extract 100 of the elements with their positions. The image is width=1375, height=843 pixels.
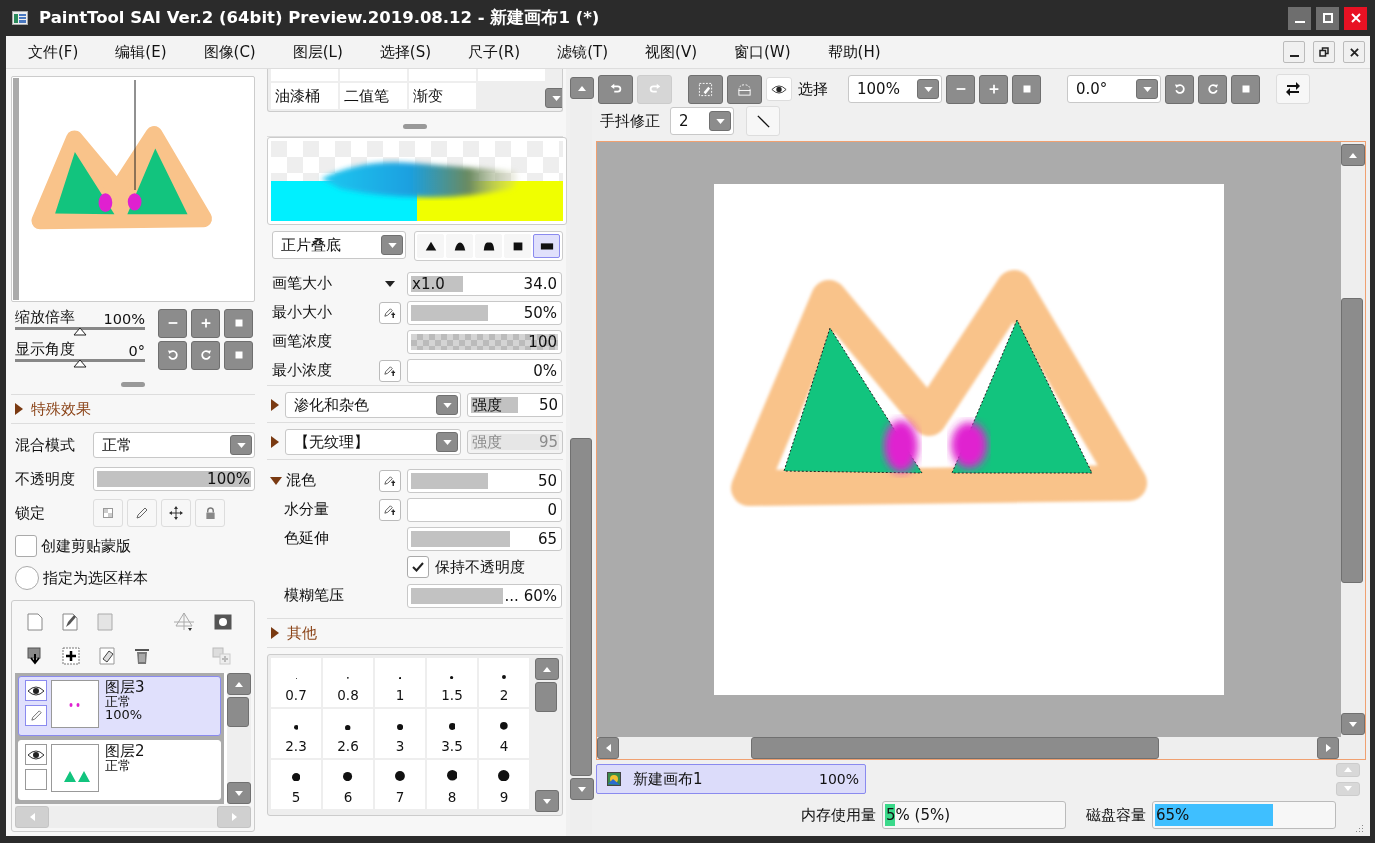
scroll-right-button[interactable]	[1317, 737, 1339, 759]
checkbox[interactable]	[15, 535, 37, 557]
dropdown-button[interactable]	[436, 395, 458, 415]
paint-toggle[interactable]	[25, 705, 47, 726]
menu-item[interactable]: 图像(C)	[203, 42, 256, 62]
trash-icon[interactable]	[134, 647, 150, 665]
rotate-left-button[interactable]	[158, 340, 187, 370]
menu-item[interactable]: 文件(F)	[28, 42, 79, 62]
scrollbar[interactable]	[227, 673, 251, 804]
maximize-button[interactable]	[1316, 6, 1339, 30]
pressure-toggle[interactable]	[378, 359, 401, 382]
minimize-button[interactable]	[1283, 41, 1305, 63]
layer-item[interactable]: 图层3 正常 100%	[18, 676, 221, 736]
stabilizer-dropdown[interactable]: 2	[670, 107, 734, 135]
tool-item[interactable]: 二值笔	[340, 83, 407, 109]
brush-size-item[interactable]: 2	[479, 658, 529, 707]
mask-icon[interactable]	[214, 614, 232, 630]
dropdown-caret-icon[interactable]	[384, 280, 395, 287]
menu-item[interactable]: 视图(V)	[645, 42, 697, 62]
tool-item[interactable]: 渐变	[409, 83, 476, 109]
brush-size-item[interactable]: 0.8	[323, 658, 373, 707]
brush-size-item[interactable]: 3	[375, 709, 425, 758]
restore-button[interactable]	[1313, 41, 1335, 63]
line-tool-button[interactable]	[746, 106, 780, 136]
slider[interactable]: 65	[407, 526, 562, 551]
resize-grip-icon[interactable]	[1354, 822, 1364, 832]
dropdown-button[interactable]	[709, 111, 731, 131]
scrollbar-thumb[interactable]	[535, 682, 557, 712]
plus-icon[interactable]	[62, 647, 80, 665]
dropdown-button[interactable]	[230, 435, 252, 455]
dropdown-button[interactable]	[381, 235, 403, 255]
scroll-down-button[interactable]	[570, 778, 594, 800]
tool-item[interactable]: 油漆桶	[271, 83, 338, 109]
menu-item[interactable]: 尺子(R)	[468, 42, 521, 62]
resize-grip[interactable]	[121, 381, 145, 387]
slider[interactable]: 0	[407, 497, 562, 522]
slider-thumb[interactable]	[73, 327, 87, 336]
flip-button[interactable]	[1276, 74, 1310, 104]
scrollbar-thumb[interactable]	[751, 737, 1159, 759]
scroll-up-button[interactable]	[227, 673, 251, 695]
brush-size-item[interactable]: 8	[427, 760, 477, 809]
zoom-reset-button[interactable]	[224, 308, 253, 338]
scroll-up-button[interactable]	[1341, 144, 1365, 166]
eraser-icon[interactable]	[99, 647, 115, 665]
visibility-toggle[interactable]	[25, 680, 47, 701]
section-header[interactable]: 特殊效果	[11, 395, 255, 424]
menu-item[interactable]: 滤镜(T)	[557, 42, 609, 62]
slider-thumb[interactable]	[73, 359, 87, 368]
undo-button[interactable]	[598, 74, 633, 104]
menu-item[interactable]: 帮助(H)	[827, 42, 881, 62]
scrollbar[interactable]	[1341, 142, 1365, 737]
slider[interactable]: x1.0 34.0	[407, 271, 562, 296]
rotate-reset-button[interactable]	[224, 340, 253, 370]
checkbox[interactable]	[407, 556, 429, 578]
menu-item[interactable]: 选择(S)	[379, 42, 431, 62]
lock-transparency-button[interactable]	[93, 499, 123, 527]
brush-size-item[interactable]: 4	[479, 709, 529, 758]
zoom-in-button[interactable]	[979, 74, 1008, 104]
scrollbar-thumb[interactable]	[570, 438, 592, 776]
brush-size-item[interactable]: 2.6	[323, 709, 373, 758]
dropdown-button[interactable]	[917, 79, 939, 99]
brush-size-item[interactable]: 1.5	[427, 658, 477, 707]
radio-button[interactable]	[15, 566, 39, 590]
brush-size-item[interactable]: 0.7	[271, 658, 321, 707]
visibility-toggle[interactable]	[25, 744, 47, 765]
scroll-down-button[interactable]	[1341, 713, 1365, 735]
blend-mode-dropdown[interactable]: 正常	[93, 432, 255, 458]
minimize-button[interactable]	[1288, 6, 1311, 30]
show-selection-toggle[interactable]	[766, 77, 792, 101]
scrollbar[interactable]	[535, 658, 559, 812]
opacity-slider[interactable]: 100%	[93, 467, 255, 491]
resize-grip[interactable]	[403, 123, 427, 129]
layer-item[interactable]: 图层2 正常	[18, 740, 221, 800]
slider[interactable]: 0%	[407, 358, 562, 383]
section-header[interactable]: 其他	[267, 618, 563, 648]
scrollbar-thumb[interactable]	[227, 697, 249, 727]
slider[interactable]: 50	[407, 468, 562, 493]
zoom-in-button[interactable]	[191, 308, 220, 338]
menu-item[interactable]: 窗口(W)	[734, 42, 791, 62]
brush-size-item[interactable]: 6	[323, 760, 373, 809]
slider[interactable]: 显示角度 0°	[15, 340, 145, 370]
brush-size-item[interactable]: 5	[271, 760, 321, 809]
slider[interactable]: ... 60%	[407, 583, 562, 608]
strength-slider[interactable]: 强度 50	[467, 393, 563, 417]
menu-item[interactable]: 编辑(E)	[115, 42, 167, 62]
pen-page-icon[interactable]	[62, 613, 78, 631]
canvas-tab[interactable]: 新建画布1 100%	[596, 764, 866, 794]
effect-dropdown[interactable]: 渗化和杂色	[285, 392, 461, 418]
lock-all-button[interactable]	[195, 499, 225, 527]
close-button[interactable]	[1344, 6, 1367, 30]
paint-toggle[interactable]	[25, 769, 47, 790]
scroll-down-button[interactable]	[535, 790, 559, 812]
blend-mode-dropdown[interactable]: 正片叠底	[272, 231, 406, 259]
lock-paint-button[interactable]	[127, 499, 157, 527]
deselect-button[interactable]	[727, 74, 762, 104]
rotate-right-button[interactable]	[191, 340, 220, 370]
dropdown-button[interactable]	[1136, 79, 1158, 99]
brush-size-item[interactable]: 7	[375, 760, 425, 809]
expand-caret-icon[interactable]	[271, 399, 279, 411]
lock-move-button[interactable]	[161, 499, 191, 527]
